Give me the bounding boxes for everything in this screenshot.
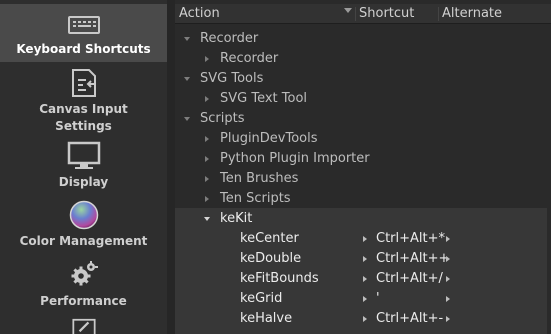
row-label: Scripts [200,111,245,126]
collapse-arrow-icon[interactable] [205,55,209,62]
column-header-shortcut[interactable]: Shortcut [355,4,414,24]
shortcut-row[interactable]: keCenter Ctrl+Alt+* [175,229,551,249]
collapse-arrow-icon[interactable] [205,175,209,182]
sidebar-item-performance[interactable]: Performance [0,258,167,314]
tree-row[interactable]: Recorder [175,49,551,69]
sort-descending-icon [344,8,352,13]
column-header-action[interactable]: Action [175,4,220,24]
shortcut-dropdown-icon[interactable] [363,235,367,242]
tree-row[interactable]: Python Plugin Importer [175,149,551,169]
row-label: PluginDevTools [220,131,318,146]
shortcut-value[interactable]: Ctrl+Alt+- [376,309,443,329]
expand-arrow-icon[interactable] [204,217,210,221]
alternate-dropdown-icon[interactable] [446,235,450,242]
sidebar-item-label: Display [58,175,109,189]
alternate-dropdown-icon[interactable] [446,295,450,302]
expand-arrow-icon[interactable] [184,37,190,41]
sidebar-item-tools[interactable] [0,316,167,334]
tree-row[interactable]: PluginDevTools [175,129,551,149]
shortcut-dropdown-icon[interactable] [363,295,367,302]
keyboard-icon [67,16,100,34]
sidebar-item-color-management[interactable]: Color Management [0,198,167,254]
sidebar-item-label: Performance [40,294,127,308]
panel-divider[interactable] [167,0,175,334]
row-label: SVG Tools [200,71,264,86]
pencil-icon [71,318,96,334]
expand-arrow-icon[interactable] [184,117,190,121]
shortcut-value[interactable]: Ctrl+Alt++ [376,249,449,269]
gears-icon [71,261,98,286]
action-name: keCenter [240,231,299,246]
sidebar-item-canvas-input-settings[interactable]: Canvas Input Settings [0,66,167,136]
shortcuts-panel: Action Shortcut Alternate Recorder Recor… [175,0,551,334]
tree-row[interactable]: SVG Text Tool [175,89,551,109]
sidebar-item-label: Canvas Input Settings [39,102,128,133]
shortcut-dropdown-icon[interactable] [363,255,367,262]
column-header-alternate[interactable]: Alternate [438,4,502,24]
action-name: keGrid [240,291,283,306]
shortcut-dropdown-icon[interactable] [363,275,367,282]
vertical-scrollbar[interactable] [547,26,551,334]
collapse-arrow-icon[interactable] [205,155,209,162]
tree-row-group[interactable]: Scripts [175,109,551,129]
row-label: SVG Text Tool [220,91,308,106]
sidebar-item-label: Keyboard Shortcuts [16,42,151,56]
row-label: Ten Scripts [220,191,291,206]
action-name: keFitBounds [240,271,319,286]
shortcut-row[interactable]: keFitBounds Ctrl+Alt+/ [175,269,551,289]
sidebar-item-label: Color Management [19,234,148,248]
tree-row-group[interactable]: SVG Tools [175,69,551,89]
canvas-input-icon [71,69,96,97]
tree-row[interactable]: Ten Scripts [175,189,551,209]
preferences-sidebar: Keyboard Shortcuts Canvas Input Settings… [0,0,167,334]
collapse-arrow-icon[interactable] [205,135,209,142]
shortcut-value[interactable]: Ctrl+Alt+/ [376,269,443,289]
monitor-icon [67,141,100,169]
shortcut-value[interactable]: ' [376,289,380,309]
row-label: Python Plugin Importer [220,151,370,166]
alternate-dropdown-icon[interactable] [446,275,450,282]
table-header: Action Shortcut Alternate [175,4,551,24]
alternate-dropdown-icon[interactable] [446,315,450,322]
row-label: Recorder [200,31,259,46]
color-wheel-icon [69,200,98,230]
expand-arrow-icon[interactable] [184,77,190,81]
sidebar-item-keyboard-shortcuts[interactable]: Keyboard Shortcuts [0,4,167,62]
tree-row-group[interactable]: keKit [175,209,551,229]
shortcut-row[interactable]: keHalve Ctrl+Alt+- [175,309,551,329]
tree-row[interactable]: Ten Brushes [175,169,551,189]
shortcut-value[interactable]: Ctrl+Alt+* [376,229,445,249]
tree-row-group[interactable]: Recorder [175,29,551,49]
collapse-arrow-icon[interactable] [205,95,209,102]
action-name: keDouble [240,251,302,266]
collapse-arrow-icon[interactable] [205,195,209,202]
action-name: keHalve [240,311,293,326]
row-label: Ten Brushes [220,171,299,186]
shortcut-row[interactable]: keDouble Ctrl+Alt++ [175,249,551,269]
shortcut-dropdown-icon[interactable] [363,315,367,322]
sidebar-item-display[interactable]: Display [0,140,167,194]
row-label: Recorder [220,51,279,66]
row-label: keKit [220,211,253,226]
shortcut-row[interactable]: keGrid ' [175,289,551,309]
alternate-dropdown-icon[interactable] [446,255,450,262]
